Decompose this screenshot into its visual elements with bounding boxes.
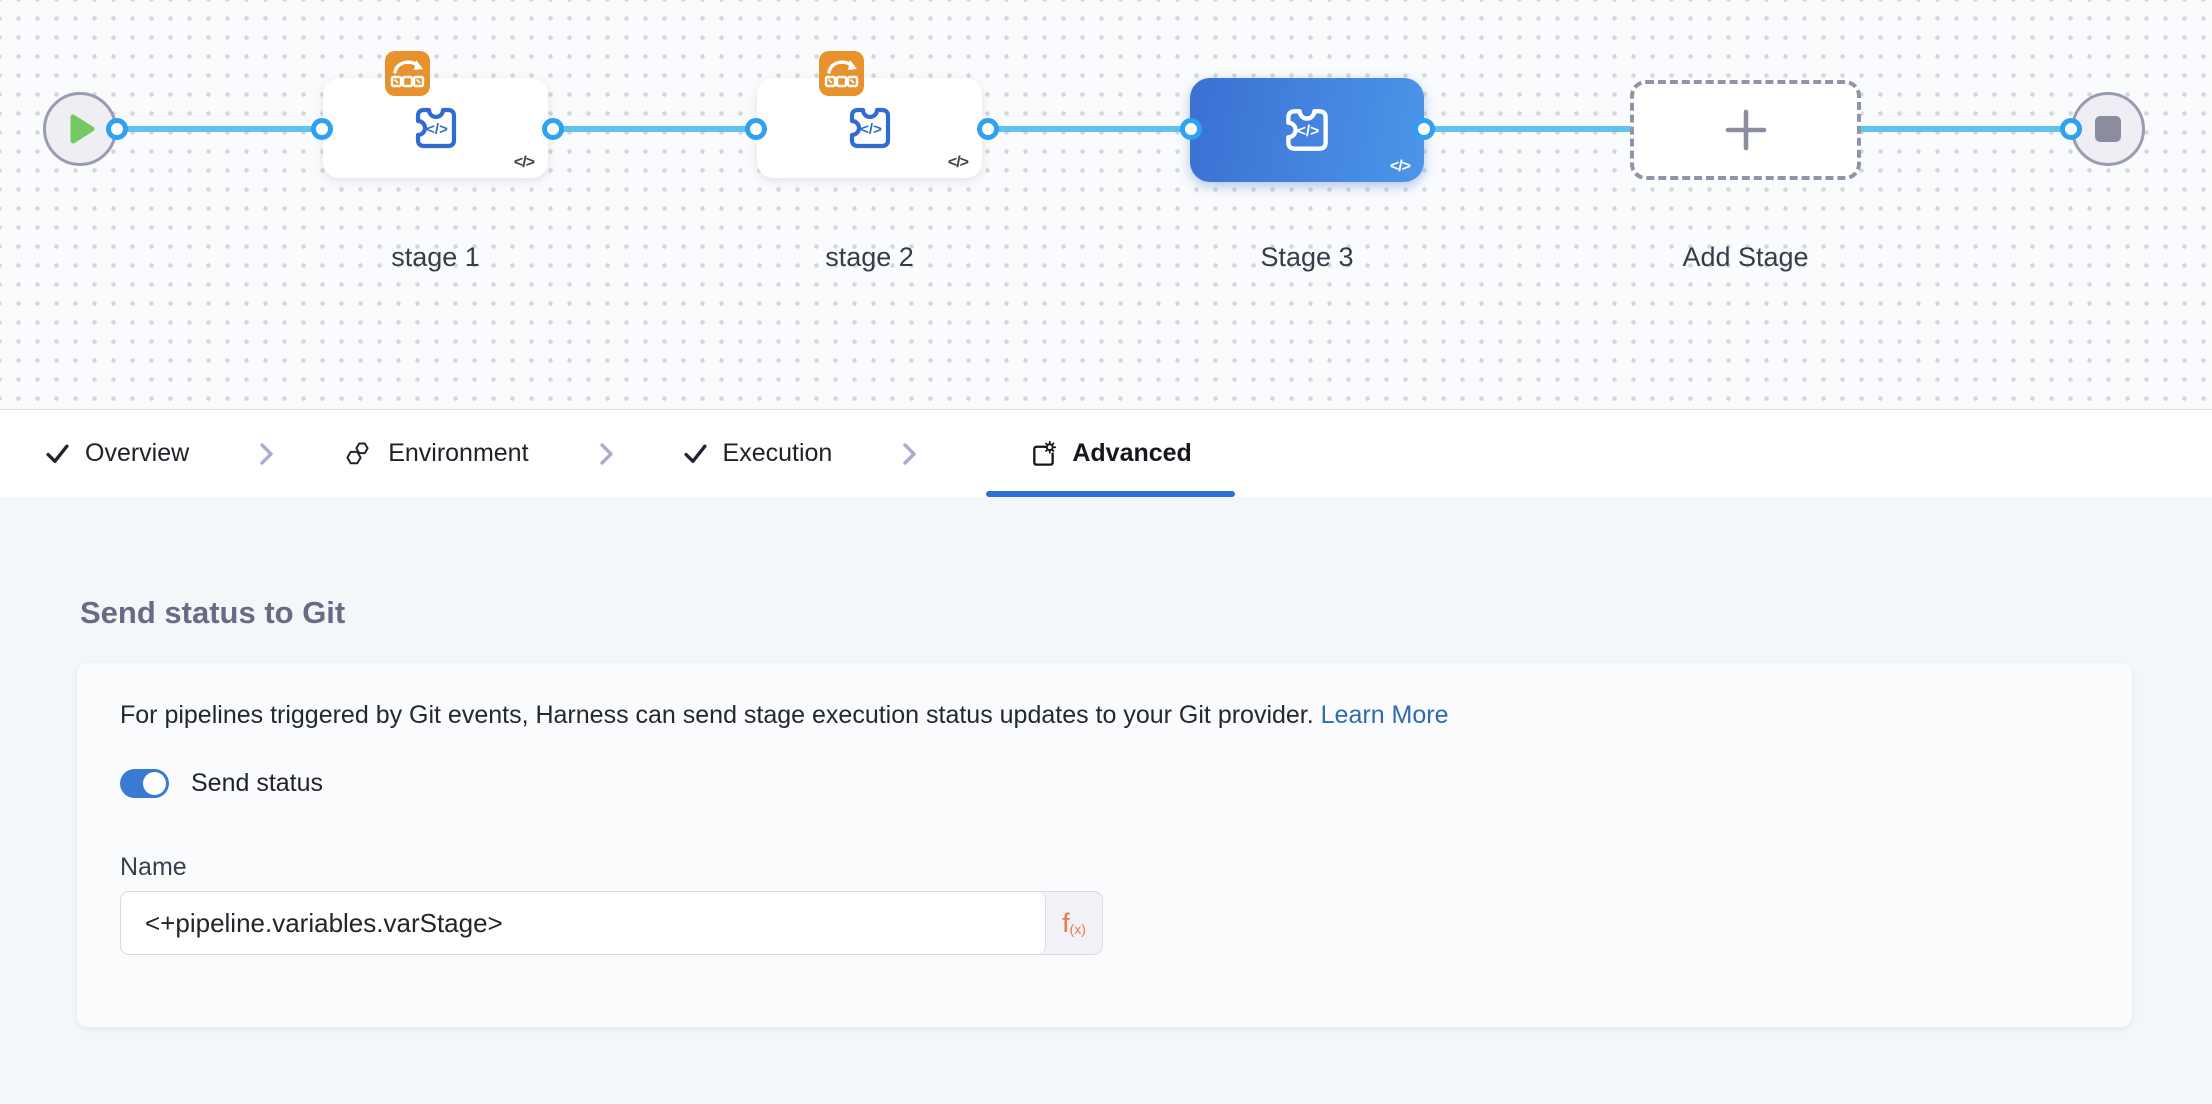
tab-advanced[interactable]: Advanced — [986, 410, 1234, 497]
code-glyph: </> — [426, 121, 448, 138]
tab-execution[interactable]: Execution — [683, 410, 833, 497]
check-icon — [683, 441, 708, 466]
stage-card-stage-2[interactable]: </> </> — [757, 78, 982, 178]
toggle-knob — [143, 772, 166, 795]
custom-stage-puzzle-icon: </> — [1278, 101, 1336, 159]
send-status-toggle[interactable] — [120, 769, 169, 798]
check-icon — [45, 441, 70, 466]
code-glyph: </> — [860, 121, 882, 138]
connector-dot — [1413, 118, 1435, 140]
custom-stage-puzzle-icon: </> — [842, 100, 898, 156]
stage-card-stage-3-selected[interactable]: </> </> — [1190, 78, 1424, 182]
connector-dot — [1180, 118, 1202, 140]
send-status-description: For pipelines triggered by Git events, H… — [120, 701, 1449, 730]
yaml-code-glyph: </> — [1390, 158, 1410, 176]
toggle-label: Send status — [191, 769, 323, 798]
learn-more-link[interactable]: Learn More — [1321, 701, 1449, 729]
fx-icon-sub: (x) — [1070, 921, 1086, 937]
connector-dot — [977, 118, 999, 140]
stage-label: stage 2 — [757, 242, 982, 273]
fx-icon: f — [1062, 908, 1070, 939]
pipeline-end-node — [2071, 92, 2145, 166]
connector-dot — [106, 118, 128, 140]
code-glyph: </> — [1297, 123, 1319, 140]
environment-icon — [343, 439, 373, 469]
advanced-settings-icon — [1029, 440, 1057, 468]
add-stage-button[interactable] — [1630, 80, 1861, 180]
tab-label: Advanced — [1072, 439, 1191, 468]
connector-dot — [2060, 118, 2082, 140]
section-heading: Send status to Git — [80, 595, 345, 631]
stop-icon — [2095, 116, 2121, 142]
add-stage-label: Add Stage — [1630, 242, 1861, 273]
name-input[interactable] — [121, 892, 1046, 954]
name-field-label: Name — [120, 853, 187, 882]
send-status-toggle-row: Send status — [120, 769, 323, 798]
description-text: For pipelines triggered by Git events, H… — [120, 701, 1314, 729]
connector-dot — [745, 118, 767, 140]
rolling-deploy-badge-icon — [821, 53, 862, 94]
rolling-deploy-badge-icon — [387, 53, 428, 94]
tab-label: Overview — [85, 439, 189, 468]
chevron-right-icon — [255, 441, 277, 467]
yaml-code-glyph: </> — [514, 154, 534, 172]
connector-dot — [542, 118, 564, 140]
yaml-code-glyph: </> — [948, 154, 968, 172]
chevron-right-icon — [898, 441, 920, 467]
tab-label: Execution — [723, 439, 833, 468]
chevron-right-icon — [595, 441, 617, 467]
plus-icon — [1722, 106, 1770, 154]
tab-overview[interactable]: Overview — [45, 410, 189, 497]
name-input-group: f (x) — [120, 891, 1103, 955]
stage-config-tabbar: Overview Environment Execution — [0, 410, 2212, 497]
expression-fx-button[interactable]: f (x) — [1046, 892, 1102, 954]
tab-label: Environment — [388, 439, 528, 468]
tab-environment[interactable]: Environment — [343, 410, 528, 497]
rolling-deploy-badge — [385, 51, 430, 96]
stage-card-stage-1[interactable]: </> </> — [323, 78, 548, 178]
play-icon — [63, 112, 97, 146]
stage-label: Stage 3 — [1190, 242, 1424, 273]
stage-label: stage 1 — [323, 242, 548, 273]
rolling-deploy-badge — [819, 51, 864, 96]
custom-stage-puzzle-icon: </> — [408, 100, 464, 156]
pipeline-canvas: </> </> </> </> </> </> — [0, 0, 2212, 410]
connector-dot — [311, 118, 333, 140]
advanced-tab-content: Send status to Git For pipelines trigger… — [0, 497, 2212, 1103]
send-status-card: For pipelines triggered by Git events, H… — [77, 663, 2132, 1027]
